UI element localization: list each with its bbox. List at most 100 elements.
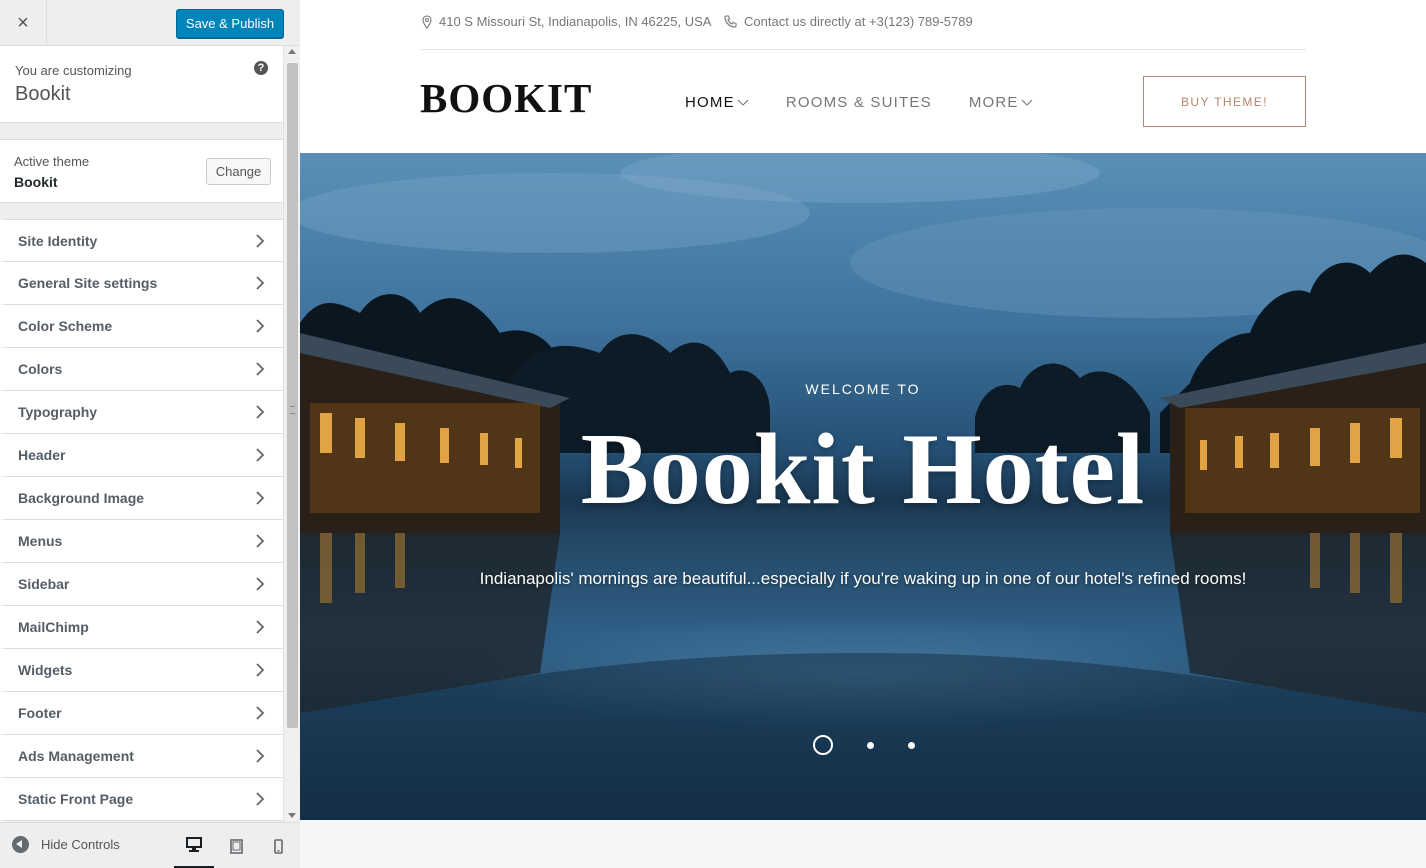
- panel-label: MailChimp: [18, 619, 89, 635]
- hero-slider: WELCOME TO Bookit Hotel Indianapolis' mo…: [300, 153, 1426, 820]
- contact-item: Contact us directly at +3(123) 789-5789: [724, 14, 973, 29]
- phone-icon: [724, 15, 737, 28]
- close-button[interactable]: ×: [0, 0, 47, 46]
- panel-background-image[interactable]: Background Image: [0, 477, 283, 520]
- panel-label: Widgets: [18, 662, 73, 678]
- chevron-right-icon: [256, 620, 265, 634]
- slider-dot-3[interactable]: [908, 741, 915, 749]
- close-icon: ×: [17, 11, 29, 34]
- panel-ads-management[interactable]: Ads Management: [0, 735, 283, 778]
- panel-label: Typography: [18, 404, 98, 420]
- mobile-preview-button[interactable]: [258, 823, 298, 868]
- panel-label: Menus: [18, 533, 63, 549]
- panel-list: Site Identity General Site settings Color …: [0, 219, 283, 821]
- address-item: 410 S Missouri St, Indianapolis, IN 4622…: [422, 14, 711, 29]
- hide-controls-label: Hide Controls: [41, 837, 120, 852]
- slider-dot-1[interactable]: [813, 735, 833, 755]
- hero-subtitle: Indianapolis' mornings are beautiful...e…: [479, 569, 1247, 588]
- panel-mailchimp[interactable]: MailChimp: [0, 606, 283, 649]
- customizer-sidebar: × Save & Publish You are customizing Boo…: [0, 0, 300, 868]
- active-theme-label: Active theme: [14, 154, 90, 169]
- desktop-preview-button[interactable]: [174, 823, 214, 868]
- chevron-right-icon: [256, 448, 265, 462]
- chevron-right-icon: [256, 749, 265, 763]
- tablet-preview-button[interactable]: [216, 823, 256, 868]
- mobile-icon: [273, 838, 283, 854]
- panel-sidebar[interactable]: Sidebar: [0, 563, 283, 606]
- chevron-right-icon: [256, 792, 265, 806]
- hide-controls-button[interactable]: Hide Controls: [12, 836, 120, 853]
- chevron-right-icon: [256, 362, 265, 376]
- panel-label: General Site settings: [18, 275, 158, 291]
- top-info-bar: 410 S Missouri St, Indianapolis, IN 4622…: [420, 0, 1306, 50]
- nav-item-label: HOME: [685, 94, 735, 111]
- panel-label: Footer: [18, 705, 62, 721]
- scroll-down-arrow-icon[interactable]: [288, 813, 296, 818]
- slider-pagination: [813, 735, 915, 755]
- chevron-right-icon: [256, 405, 265, 419]
- panel-label: Background Image: [18, 490, 145, 506]
- panel-colors[interactable]: Colors: [0, 348, 283, 391]
- panel-label: Ads Management: [18, 748, 134, 764]
- hero-kicker: WELCOME TO: [805, 381, 921, 397]
- nav-item-rooms-suites[interactable]: ROOMS & SUITES: [786, 94, 932, 111]
- customizing-label: You are customizing: [15, 63, 132, 78]
- collapse-arrow-icon: [12, 836, 29, 853]
- scroll-thumb[interactable]: [287, 63, 298, 728]
- slider-dot-2[interactable]: [867, 741, 874, 749]
- customizing-info: You are customizing Bookit ?: [0, 46, 283, 123]
- tablet-icon: [229, 838, 243, 854]
- main-nav: HOME ROOMS & SUITES MORE: [685, 94, 1070, 111]
- panel-general-site-settings[interactable]: General Site settings: [0, 262, 283, 305]
- customizer-footer: Hide Controls: [0, 822, 300, 868]
- panel-site-identity[interactable]: Site Identity: [0, 219, 283, 262]
- address-text: 410 S Missouri St, Indianapolis, IN 4622…: [439, 14, 712, 29]
- nav-item-label: MORE: [968, 94, 1019, 111]
- panel-label: Colors: [18, 361, 63, 377]
- buy-theme-button[interactable]: BUY THEME!: [1143, 76, 1306, 127]
- site-name: Bookit: [15, 83, 71, 105]
- panel-label: Site Identity: [18, 233, 98, 249]
- chevron-right-icon: [256, 663, 265, 677]
- chevron-down-icon: [737, 99, 749, 106]
- panel-menus[interactable]: Menus: [0, 520, 283, 563]
- chevron-right-icon: [256, 234, 265, 248]
- help-icon[interactable]: ?: [254, 61, 268, 75]
- panel-typography[interactable]: Typography: [0, 391, 283, 434]
- panel-label: Color Scheme: [18, 318, 113, 334]
- panel-label: Sidebar: [18, 576, 70, 592]
- panel-widgets[interactable]: Widgets: [0, 649, 283, 692]
- hero-title: Bookit Hotel: [580, 413, 1146, 526]
- customizer-header: × Save & Publish: [0, 0, 300, 46]
- site-logo[interactable]: BOOKIT: [420, 74, 592, 122]
- nav-item-home[interactable]: HOME: [685, 94, 749, 111]
- panel-color-scheme[interactable]: Color Scheme: [0, 305, 283, 348]
- customizer-panel-area: You are customizing Bookit ? Active them…: [0, 46, 300, 822]
- panel-label: Static Front Page: [18, 791, 134, 807]
- panel-label: Header: [18, 447, 66, 463]
- save-publish-button[interactable]: Save & Publish: [176, 9, 284, 38]
- active-theme-section: Active theme Bookit Change: [0, 139, 283, 203]
- sidebar-scrollbar[interactable]: [283, 46, 300, 822]
- panel-static-front-page[interactable]: Static Front Page: [0, 778, 283, 821]
- scroll-grip-icon: [290, 406, 295, 414]
- chevron-right-icon: [256, 706, 265, 720]
- desktop-icon: [186, 837, 202, 852]
- map-pin-icon: [422, 14, 432, 29]
- nav-item-more[interactable]: MORE: [969, 94, 1033, 111]
- panel-header[interactable]: Header: [0, 434, 283, 477]
- nav-item-label: ROOMS & SUITES: [785, 94, 932, 111]
- panel-footer[interactable]: Footer: [0, 692, 283, 735]
- contact-text: Contact us directly at +3(123) 789-5789: [744, 14, 973, 29]
- chevron-right-icon: [256, 534, 265, 548]
- change-theme-button[interactable]: Change: [206, 158, 271, 185]
- chevron-right-icon: [256, 491, 265, 505]
- active-theme-name: Bookit: [14, 174, 58, 190]
- chevron-right-icon: [256, 577, 265, 591]
- chevron-down-icon: [1021, 99, 1033, 106]
- chevron-right-icon: [256, 319, 265, 333]
- site-preview: 410 S Missouri St, Indianapolis, IN 4622…: [300, 0, 1426, 868]
- chevron-right-icon: [256, 276, 265, 290]
- scroll-up-arrow-icon[interactable]: [288, 49, 296, 54]
- content-area: [300, 820, 1426, 868]
